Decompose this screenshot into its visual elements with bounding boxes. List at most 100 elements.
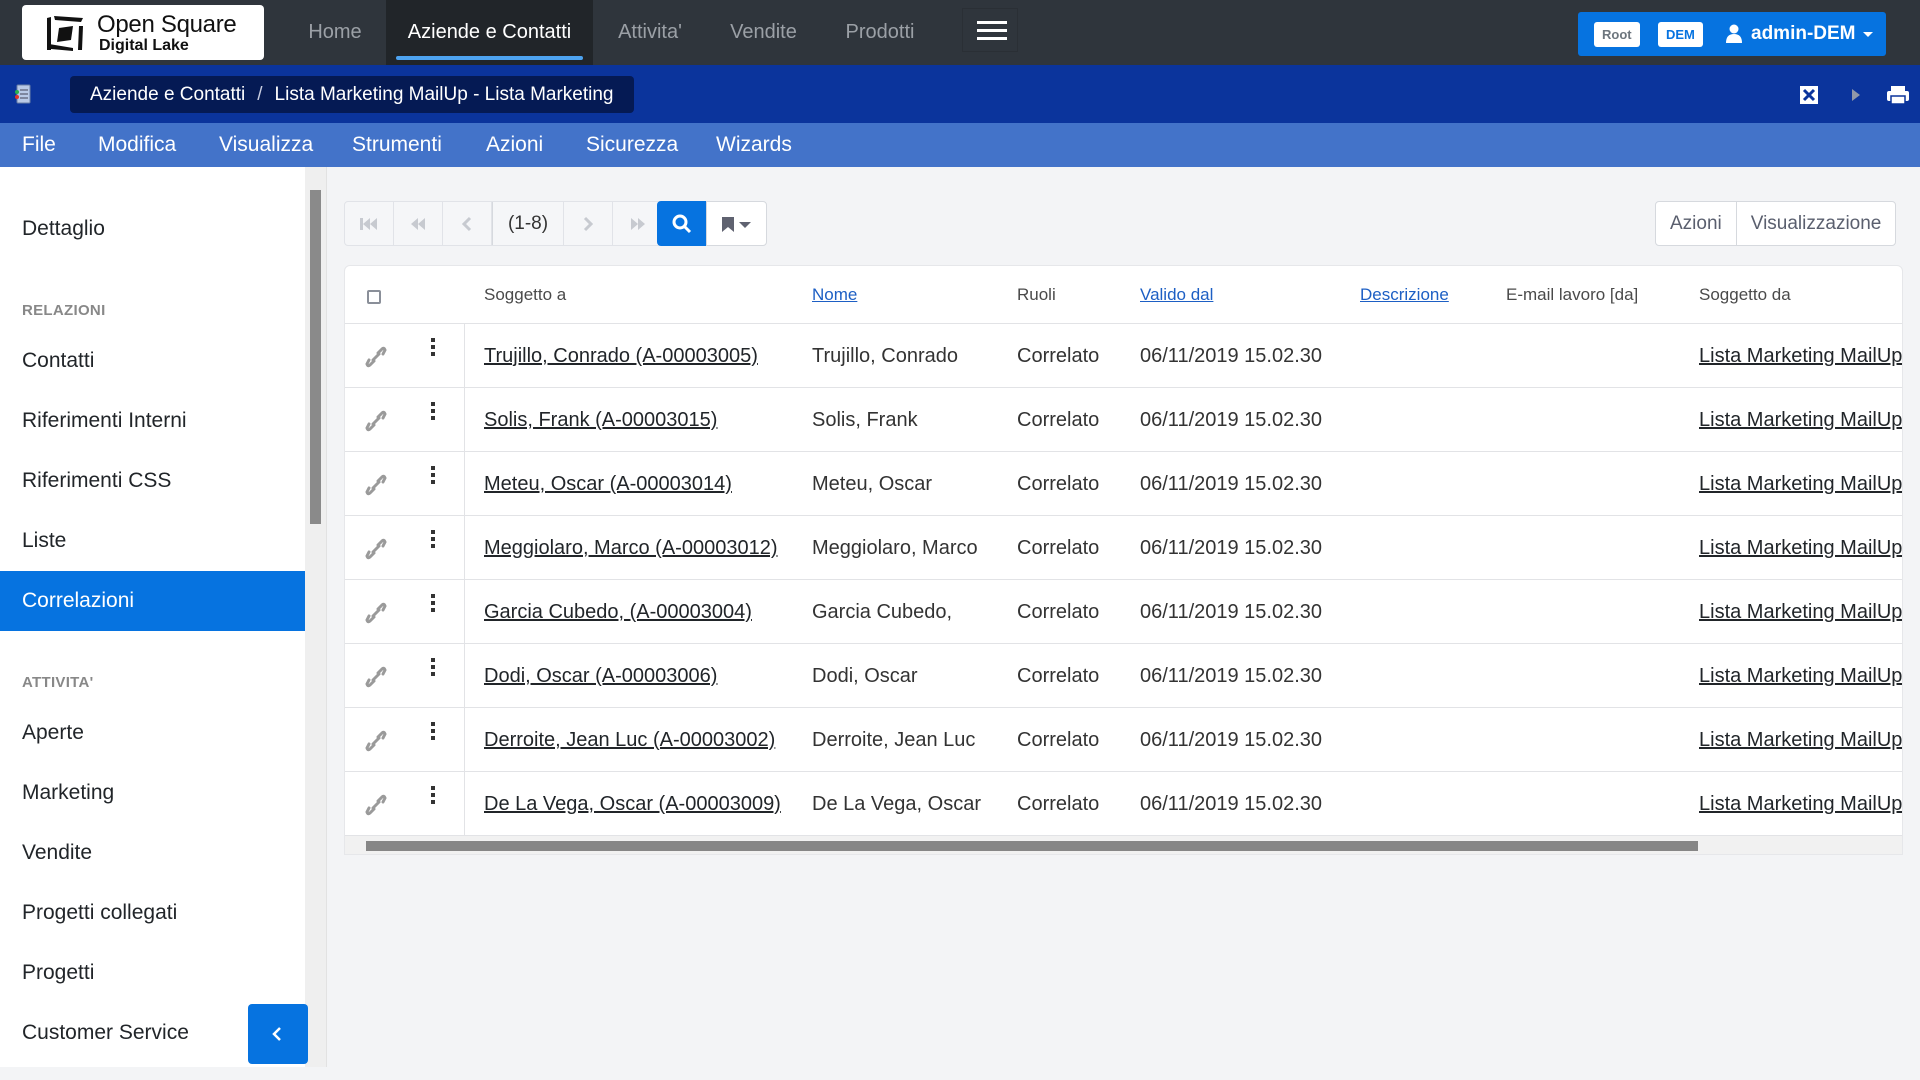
link-icon[interactable]: [365, 602, 387, 624]
breadcrumb-item[interactable]: Aziende e Contatti: [90, 84, 245, 105]
nav-tab-attivita[interactable]: Attivita': [605, 0, 695, 65]
previous-page-button[interactable]: [443, 202, 492, 245]
link-icon[interactable]: [365, 794, 387, 816]
table-row[interactable]: Derroite, Jean Luc (A-00003002) Derroite…: [345, 708, 1902, 772]
play-icon[interactable]: [1845, 84, 1867, 106]
row-menu-button[interactable]: [428, 466, 438, 486]
link-icon[interactable]: [365, 730, 387, 752]
logo-subtitle: Digital Lake: [99, 37, 189, 54]
cell-soggetto-da[interactable]: Lista Marketing MailUp: [1699, 516, 1902, 580]
cell-soggetto-a[interactable]: De La Vega, Oscar (A-00003009): [484, 772, 781, 836]
breadcrumb-bar: Aziende e Contatti / Lista Marketing MailU…: [0, 65, 1920, 123]
row-menu-button[interactable]: [428, 786, 438, 806]
table-row[interactable]: De La Vega, Oscar (A-00003009) De La Veg…: [345, 772, 1902, 836]
menu-sicurezza[interactable]: Sicurezza: [586, 123, 678, 167]
column-header-soggetto-a[interactable]: Soggetto a: [484, 266, 566, 324]
cell-soggetto-a[interactable]: Derroite, Jean Luc (A-00003002): [484, 708, 775, 772]
table-actions-group: Azioni Visualizzazione: [1655, 201, 1897, 246]
cell-soggetto-da[interactable]: Lista Marketing MailUp: [1699, 388, 1902, 452]
table-row[interactable]: Solis, Frank (A-00003015) Solis, Frank C…: [345, 388, 1902, 452]
column-header-nome[interactable]: Nome: [812, 266, 857, 324]
more-vertical-icon-dot: [431, 409, 435, 413]
breadcrumb: Aziende e Contatti / Lista Marketing MailU…: [70, 76, 634, 113]
menu-wizards[interactable]: Wizards: [716, 123, 792, 167]
cell-soggetto-da[interactable]: Lista Marketing MailUp: [1699, 644, 1902, 708]
first-page-button[interactable]: [345, 202, 394, 245]
menu-visualizza[interactable]: Visualizza: [219, 123, 313, 167]
cell-soggetto-a[interactable]: Garcia Cubedo, (A-00003004): [484, 580, 752, 644]
column-header-label: Ruoli: [1017, 285, 1056, 304]
next-page-button[interactable]: [564, 202, 613, 245]
actions-button[interactable]: Azioni: [1656, 202, 1737, 245]
cell-soggetto-a[interactable]: Meggiolaro, Marco (A-00003012): [484, 516, 778, 580]
nav-tab-prodotti[interactable]: Prodotti: [835, 0, 925, 65]
bookmark-icon: [722, 217, 734, 232]
row-menu-button[interactable]: [428, 594, 438, 614]
sidebar-item-contatti[interactable]: Contatti: [0, 331, 305, 391]
cell-soggetto-a[interactable]: Meteu, Oscar (A-00003014): [484, 452, 732, 516]
link-icon[interactable]: [365, 346, 387, 368]
cell-soggetto-a[interactable]: Solis, Frank (A-00003015): [484, 388, 717, 452]
link-icon[interactable]: [365, 474, 387, 496]
print-icon[interactable]: [1886, 84, 1910, 106]
menu-file[interactable]: File: [22, 123, 56, 167]
sidebar-item-vendite[interactable]: Vendite: [0, 823, 305, 883]
horizontal-scrollbar-thumb[interactable]: [366, 841, 1698, 851]
cell-soggetto-da[interactable]: Lista Marketing MailUp: [1699, 772, 1902, 836]
cell-soggetto-da[interactable]: Lista Marketing MailUp: [1699, 452, 1902, 516]
link-icon[interactable]: [365, 538, 387, 560]
pagination: (1-8): [344, 201, 663, 246]
collapse-sidebar-button[interactable]: [248, 1004, 308, 1064]
column-header-descrizione[interactable]: Descrizione: [1360, 266, 1449, 324]
cell-soggetto-a[interactable]: Trujillo, Conrado (A-00003005): [484, 324, 758, 388]
menu-azioni[interactable]: Azioni: [486, 123, 543, 167]
column-header-soggetto-da[interactable]: Soggetto da: [1699, 266, 1791, 324]
row-menu-button[interactable]: [428, 338, 438, 358]
menu-modifica[interactable]: Modifica: [98, 123, 176, 167]
sidebar-scrollbar-thumb[interactable]: [310, 190, 321, 524]
sidebar-item-aperte[interactable]: Aperte: [0, 703, 305, 763]
row-menu-button[interactable]: [428, 402, 438, 422]
column-header-valido-dal[interactable]: Valido dal: [1140, 266, 1213, 324]
sidebar-item-dettaglio[interactable]: Dettaglio: [0, 199, 305, 259]
table-row[interactable]: Trujillo, Conrado (A-00003005) Trujillo,…: [345, 324, 1902, 388]
sidebar-item-marketing[interactable]: Marketing: [0, 763, 305, 823]
user-menu-button[interactable]: Root DEM admin-DEM: [1578, 12, 1886, 56]
hamburger-menu-button[interactable]: [962, 8, 1018, 52]
table-row[interactable]: Garcia Cubedo, (A-00003004) Garcia Cubed…: [345, 580, 1902, 644]
nav-tab-vendite[interactable]: Vendite: [720, 0, 807, 65]
next-block-button[interactable]: [613, 202, 662, 245]
view-button[interactable]: Visualizzazione: [1737, 202, 1896, 245]
link-icon[interactable]: [365, 666, 387, 688]
cell-soggetto-da[interactable]: Lista Marketing MailUp: [1699, 580, 1902, 644]
row-menu-button[interactable]: [428, 530, 438, 550]
column-header-email-lavoro[interactable]: E-mail lavoro [da]: [1506, 266, 1638, 324]
nav-tab-label: Attivita': [618, 21, 682, 43]
row-menu-button[interactable]: [428, 722, 438, 742]
sidebar-item-liste[interactable]: Liste: [0, 511, 305, 571]
link-icon[interactable]: [365, 410, 387, 432]
select-all-checkbox[interactable]: [367, 290, 381, 304]
close-icon[interactable]: [1798, 84, 1820, 106]
nav-tab-home[interactable]: Home: [300, 0, 370, 65]
nav-tab-aziende-contatti[interactable]: Aziende e Contatti: [386, 0, 593, 65]
cell-soggetto-a[interactable]: Dodi, Oscar (A-00003006): [484, 644, 717, 708]
menu-strumenti[interactable]: Strumenti: [352, 123, 442, 167]
row-menu-button[interactable]: [428, 658, 438, 678]
column-header-ruoli[interactable]: Ruoli: [1017, 266, 1056, 324]
hamburger-icon: [977, 21, 1007, 24]
cell-soggetto-da[interactable]: Lista Marketing MailUp: [1699, 708, 1902, 772]
sidebar-item-progetti-collegati[interactable]: Progetti collegati: [0, 883, 305, 943]
logo[interactable]: Open Square Digital Lake: [22, 5, 264, 60]
sidebar-item-riferimenti-css[interactable]: Riferimenti CSS: [0, 451, 305, 511]
table-row[interactable]: Meggiolaro, Marco (A-00003012) Meggiolar…: [345, 516, 1902, 580]
sidebar-item-correlazioni[interactable]: Correlazioni: [0, 571, 305, 631]
sidebar-item-riferimenti-interni[interactable]: Riferimenti Interni: [0, 391, 305, 451]
bookmark-dropdown-button[interactable]: [706, 201, 767, 246]
table-row[interactable]: Meteu, Oscar (A-00003014) Meteu, Oscar C…: [345, 452, 1902, 516]
table-row[interactable]: Dodi, Oscar (A-00003006) Dodi, Oscar Cor…: [345, 644, 1902, 708]
search-button[interactable]: [657, 201, 707, 246]
sidebar-item-progetti[interactable]: Progetti: [0, 943, 305, 1003]
cell-soggetto-da[interactable]: Lista Marketing MailUp: [1699, 324, 1902, 388]
previous-block-button[interactable]: [394, 202, 443, 245]
